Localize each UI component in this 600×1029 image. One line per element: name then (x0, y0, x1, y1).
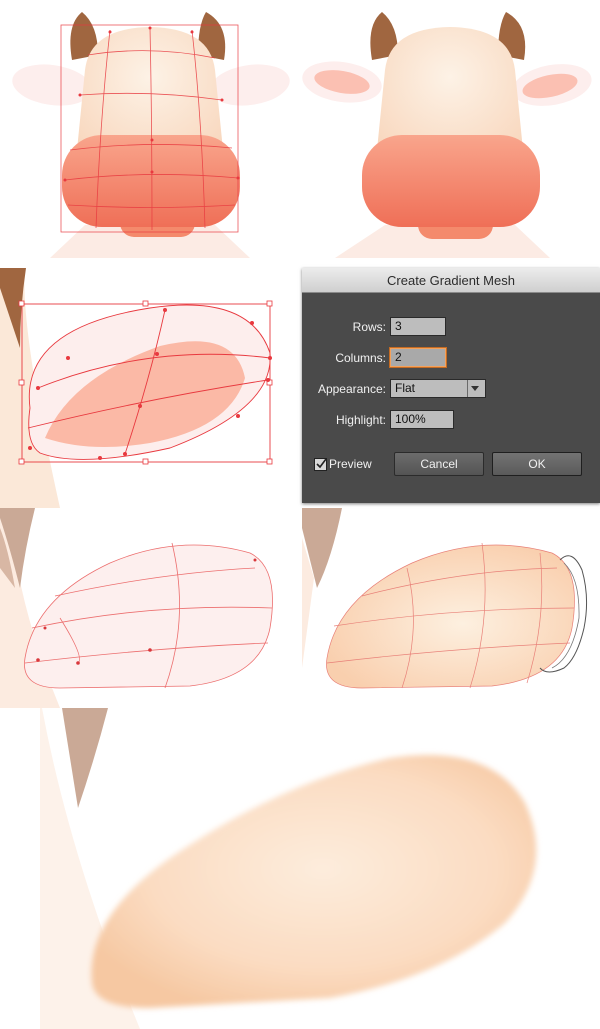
cow-head-final-panel (300, 0, 600, 258)
rows-input[interactable]: 3 (390, 317, 446, 336)
cancel-button[interactable]: Cancel (394, 452, 484, 476)
appearance-select[interactable]: Flat (390, 379, 486, 398)
preview-checkbox[interactable] (314, 458, 327, 471)
columns-label: Columns: (335, 351, 386, 365)
highlight-label: Highlight: (335, 413, 386, 427)
dialog-title: Create Gradient Mesh (302, 268, 600, 293)
appearance-value: Flat (395, 381, 416, 395)
ear-mesh-colored-panel (302, 508, 600, 708)
preview-label[interactable]: Preview (329, 457, 372, 471)
ear-mesh-selection-panel (0, 268, 300, 508)
ok-button[interactable]: OK (492, 452, 582, 476)
rows-label: Rows: (352, 320, 386, 334)
checkmark-icon (315, 457, 327, 475)
ear-final-panel (0, 708, 600, 1029)
highlight-input[interactable]: 100% (390, 410, 454, 429)
ear-mesh-light-panel (0, 508, 302, 708)
columns-input[interactable]: 2 (390, 348, 446, 367)
triangle-down-icon (467, 380, 482, 397)
create-gradient-mesh-dialog: Create Gradient Mesh Rows: 3 Columns: 2 … (302, 268, 600, 503)
cow-head-mesh-panel (0, 0, 300, 258)
appearance-label: Appearance: (317, 382, 386, 396)
